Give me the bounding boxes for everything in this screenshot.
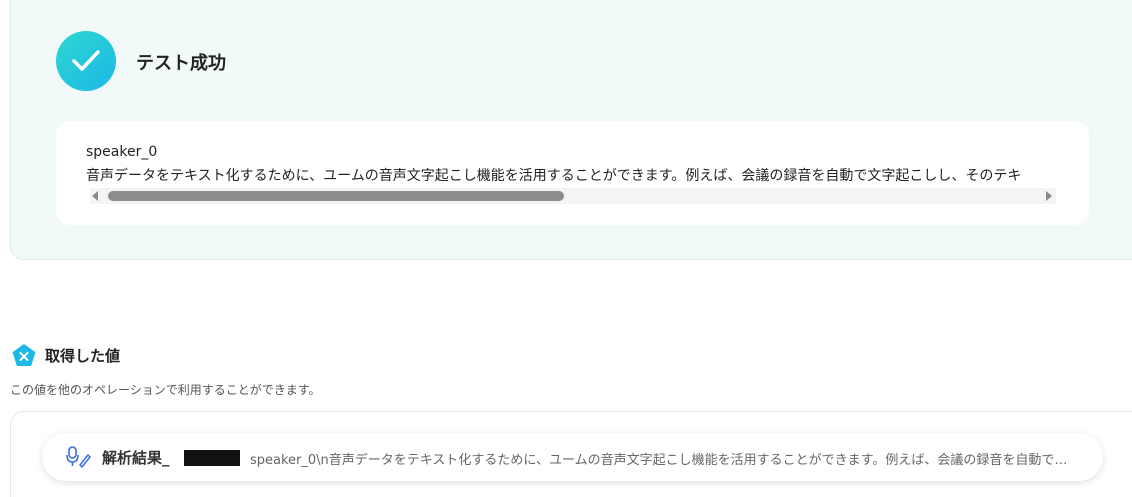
retrieved-values-description: この値を他のオペレーションで利用することができます。 (10, 383, 321, 397)
voice-transcription-icon (66, 446, 91, 468)
value-text: speaker_0\n音声データをテキスト化するために、ユームの音声文字起こし機… (250, 453, 1075, 468)
redacted-block (184, 450, 240, 466)
variable-x-icon (12, 344, 36, 366)
retrieved-values-title: 取得した値 (45, 347, 121, 365)
scroll-right-arrow-icon[interactable] (1046, 191, 1052, 201)
test-output-box: speaker_0 音声データをテキスト化するために、ユームの音声文字起こし機能… (56, 121, 1089, 225)
retrieved-value-item[interactable]: 解析結果_ speaker_0\n音声データをテキスト化するために、ユームの音声… (42, 433, 1103, 481)
output-speaker-label: speaker_0 (86, 144, 158, 160)
test-result-title: テスト成功 (136, 53, 226, 74)
horizontal-scrollbar[interactable] (90, 188, 1056, 204)
output-transcript-text: 音声データをテキスト化するために、ユームの音声文字起こし機能を活用することができ… (86, 168, 1022, 184)
success-check-icon (56, 31, 116, 91)
scroll-left-arrow-icon[interactable] (92, 191, 98, 201)
scrollbar-thumb[interactable] (108, 191, 564, 201)
value-key-label: 解析結果_ (102, 449, 170, 467)
check-icon (72, 50, 100, 71)
